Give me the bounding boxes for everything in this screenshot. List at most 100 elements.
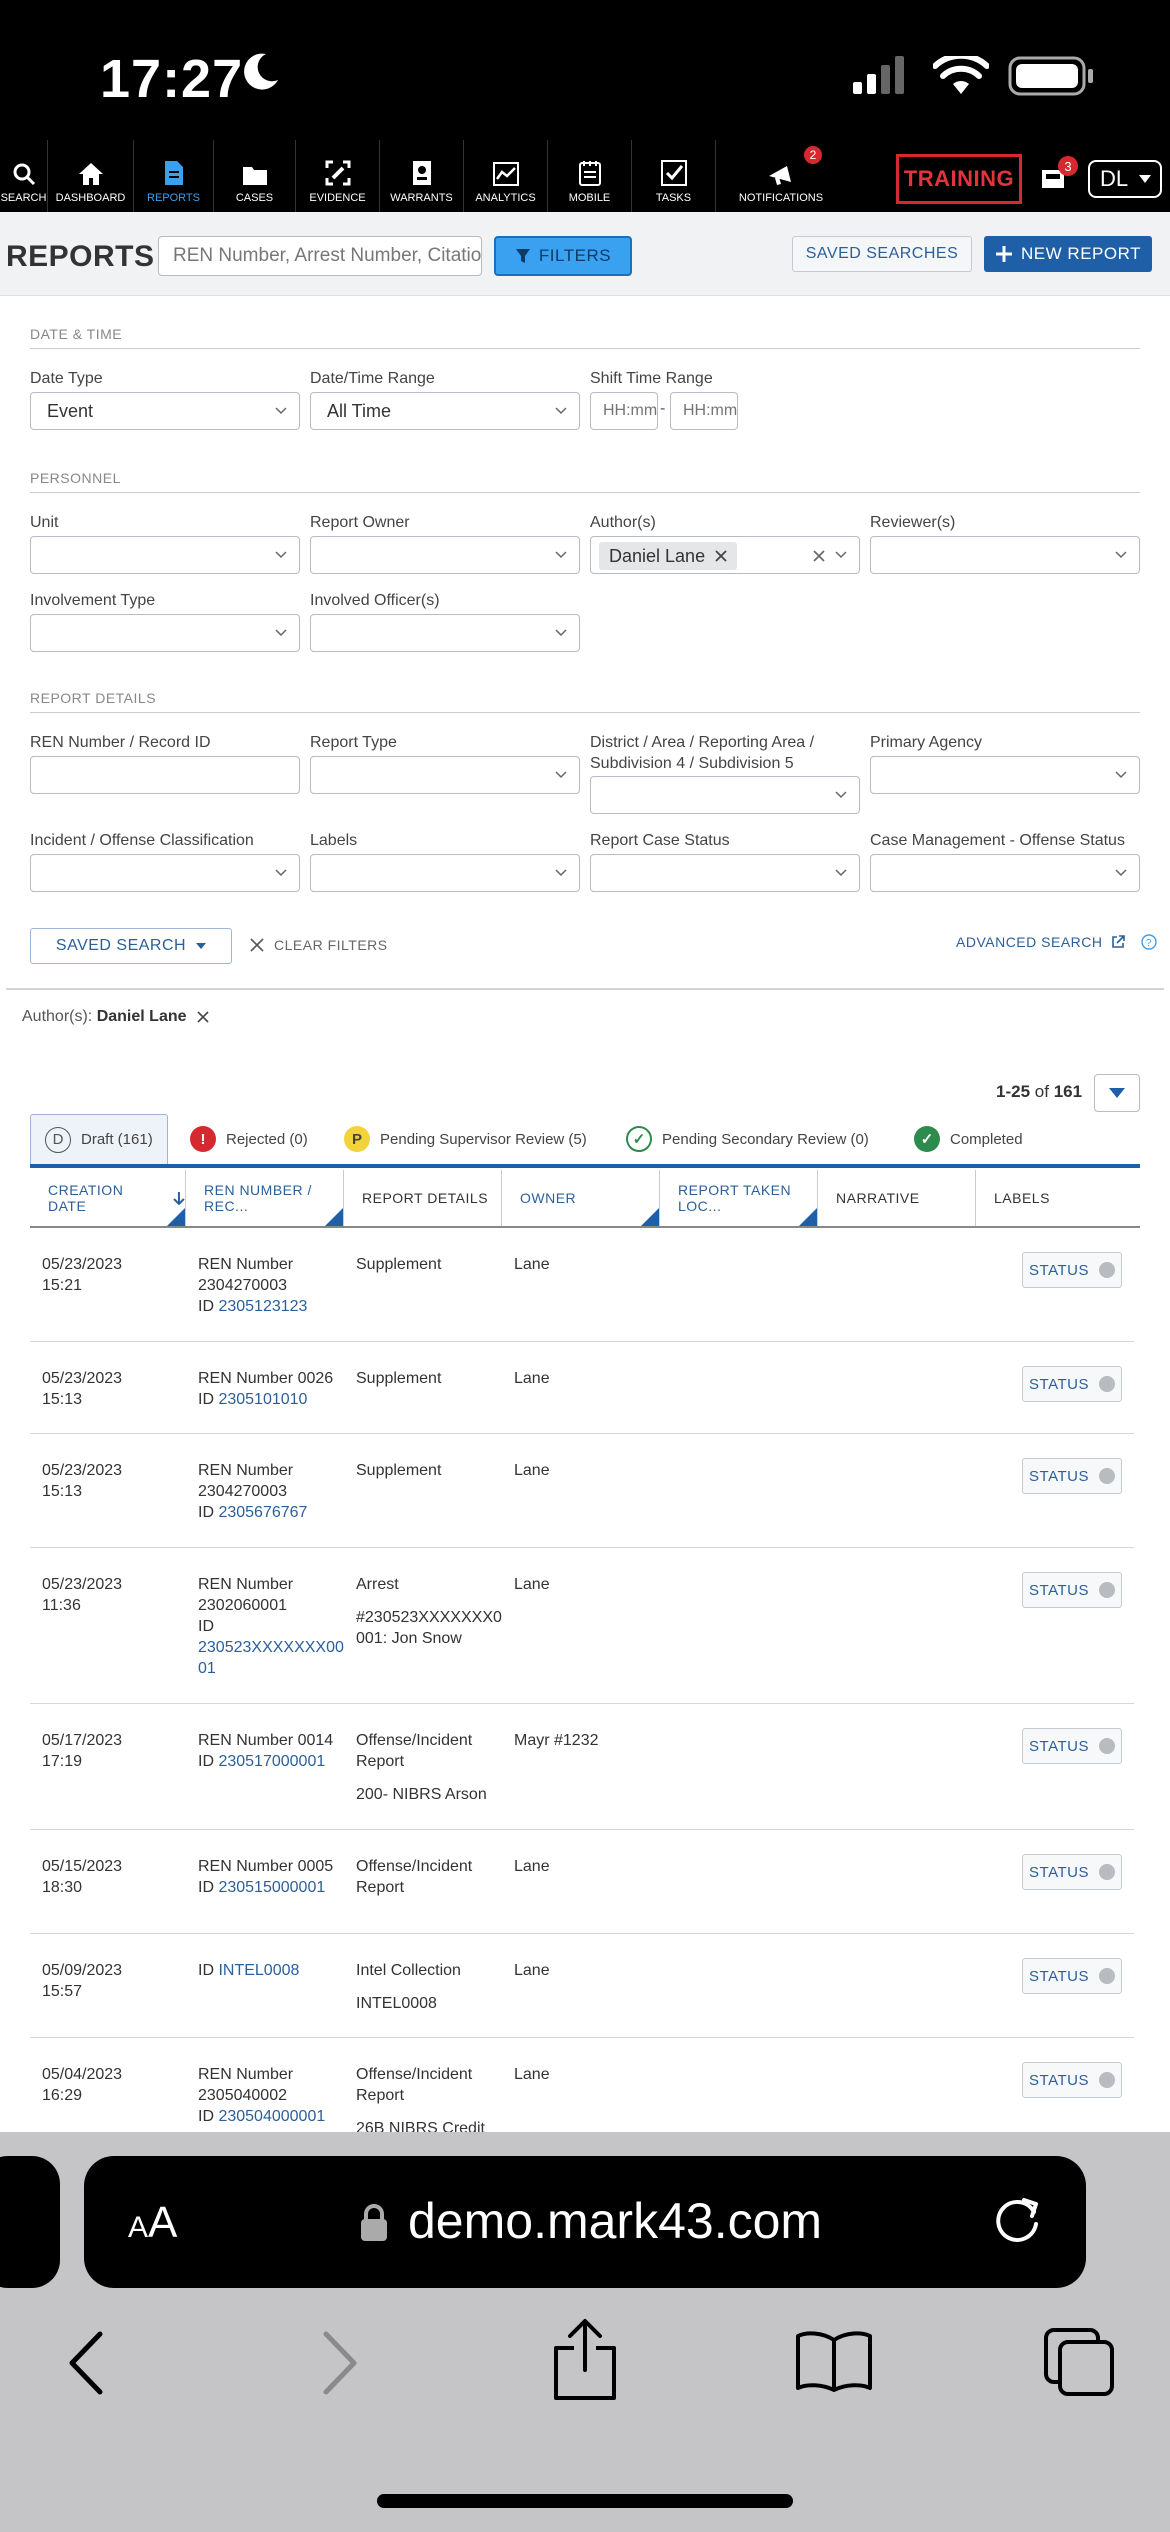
status-button[interactable]: STATUS (1022, 1366, 1122, 1402)
date-range-select[interactable]: All Time (310, 392, 580, 430)
date-type-label: Date Type (30, 370, 103, 387)
record-id-link[interactable]: 230504000001 (218, 2108, 325, 2125)
tab-pending-supervisor[interactable]: P Pending Supervisor Review (5) (344, 1114, 587, 1164)
tab-draft[interactable]: D Draft (161) (30, 1114, 168, 1164)
report-type-select[interactable] (310, 756, 580, 794)
nav-dashboard[interactable]: DASHBOARD (48, 140, 134, 212)
training-badge: TRAINING (896, 154, 1022, 204)
remove-filter-icon[interactable] (196, 1011, 209, 1023)
help-icon[interactable]: ? (1140, 934, 1157, 950)
primary-agency-select[interactable] (870, 756, 1140, 794)
bookmarks-icon[interactable] (794, 2330, 874, 2392)
involved-officers-select[interactable] (310, 614, 580, 652)
authors-label: Author(s) (590, 514, 656, 531)
shift-end-input[interactable] (670, 392, 738, 430)
nav-cases[interactable]: CASES (214, 140, 296, 212)
table-row[interactable]: 05/23/2023 15:13 REN Number 0026 ID 230510… (30, 1342, 1134, 1434)
table-row[interactable]: 05/15/2023 18:30 REN Number 0005 ID 230515… (30, 1830, 1134, 1934)
back-icon[interactable] (66, 2330, 106, 2396)
report-details-cell: Arrest #230523XXXXXXX0 001: Jon Snow (356, 1576, 502, 1647)
district-select[interactable] (590, 776, 860, 814)
authors-select[interactable]: Daniel Lane (590, 536, 860, 574)
report-owner-select[interactable] (310, 536, 580, 574)
table-row[interactable]: 05/23/2023 11:36 REN Number 2302060001 ID 23… (30, 1548, 1134, 1704)
case-mgmt-select[interactable] (870, 854, 1140, 892)
status-button[interactable]: STATUS (1022, 1458, 1122, 1494)
case-status-select[interactable] (590, 854, 860, 892)
caret-down-icon (196, 943, 207, 949)
evidence-icon (325, 160, 350, 186)
tab-rejected[interactable]: ! Rejected (0) (190, 1114, 308, 1164)
involvement-type-select[interactable] (30, 614, 300, 652)
previous-tab-preview[interactable] (0, 2156, 60, 2288)
caret-down-icon (1139, 175, 1152, 183)
new-report-button[interactable]: NEW REPORT (984, 236, 1152, 272)
involved-officers-label: Involved Officer(s) (310, 592, 440, 609)
record-id-link[interactable]: 230515000001 (218, 1879, 325, 1896)
report-details-cell: Offense/Incident Report (356, 1858, 473, 1896)
column-report-taken-location[interactable]: REPORT TAKEN LOC... (660, 1170, 818, 1226)
record-id-link[interactable]: 230523XXXXXXX00 01 (198, 1639, 344, 1677)
clear-icon[interactable] (813, 550, 825, 562)
column-ren-number[interactable]: REN NUMBER / REC... (186, 1170, 344, 1226)
status-button[interactable]: STATUS (1022, 1958, 1122, 1994)
checkbox-icon (660, 160, 687, 186)
reviewers-label: Reviewer(s) (870, 514, 956, 531)
ren-input[interactable] (30, 756, 300, 794)
tabs-icon[interactable] (1042, 2326, 1116, 2398)
advanced-search-link[interactable]: ADVANCED SEARCH ? (956, 934, 1157, 950)
record-id-link[interactable]: 2305676767 (218, 1504, 307, 1521)
user-menu-button[interactable]: DL (1088, 160, 1162, 198)
status-button[interactable]: STATUS (1022, 1854, 1122, 1890)
report-search-input[interactable] (158, 236, 482, 276)
remove-chip-icon[interactable] (715, 550, 727, 562)
date-type-select[interactable]: Event (30, 392, 300, 430)
labels-select[interactable] (310, 854, 580, 892)
column-creation-date[interactable]: CREATION DATE (30, 1170, 186, 1226)
unit-select[interactable] (30, 536, 300, 574)
record-id-link[interactable]: INTEL0008 (218, 1962, 299, 1979)
nav-search[interactable]: SEARCH (0, 140, 48, 212)
pagination-dropdown[interactable] (1094, 1074, 1140, 1112)
tab-completed[interactable]: ✓ Completed (914, 1114, 1023, 1164)
column-owner[interactable]: OWNER (502, 1170, 660, 1226)
owner-cell: Lane (514, 1462, 550, 1479)
record-id-link[interactable]: 230517000001 (218, 1753, 325, 1770)
reader-settings-button[interactable]: AA (128, 2198, 177, 2248)
status-button[interactable]: STATUS (1022, 2062, 1122, 2098)
table-row[interactable]: 05/04/2023 16:29 REN Number 2305040002 ID 2… (30, 2038, 1134, 2132)
nav-evidence[interactable]: EVIDENCE (296, 140, 380, 212)
clear-filters-button[interactable]: CLEAR FILTERS (250, 930, 388, 960)
table-row[interactable]: 05/09/2023 15:57 ID INTEL0008 Intel Colle… (30, 1934, 1134, 2038)
table-row[interactable]: 05/23/2023 15:21 REN Number 2304270003 ID 2… (30, 1228, 1134, 1342)
filters-button[interactable]: FILTERS (494, 236, 632, 276)
forward-icon[interactable] (320, 2330, 360, 2396)
applied-filter-tag: Author(s): Daniel Lane (22, 1008, 209, 1026)
nav-notifications[interactable]: 2 NOTIFICATIONS (716, 140, 886, 212)
record-id-link[interactable]: 2305101010 (218, 1391, 307, 1408)
saved-search-button[interactable]: SAVED SEARCH (30, 928, 232, 964)
table-row[interactable]: 05/23/2023 15:13 REN Number 2304270003 ID 2… (30, 1434, 1134, 1548)
share-icon[interactable] (552, 2318, 618, 2402)
nav-mobile[interactable]: MOBILE (548, 140, 632, 212)
saved-searches-button[interactable]: SAVED SEARCHES (792, 236, 972, 272)
status-button[interactable]: STATUS (1022, 1728, 1122, 1764)
ren-label: REN Number / Record ID (30, 734, 211, 751)
nav-tasks[interactable]: TASKS (632, 140, 716, 212)
reviewers-select[interactable] (870, 536, 1140, 574)
nav-warrants[interactable]: WARRANTS (380, 140, 464, 212)
record-id-link[interactable]: 2305123123 (218, 1298, 307, 1315)
url-text[interactable]: demo.mark43.com (408, 2192, 822, 2250)
nav-reports[interactable]: REPORTS (134, 140, 214, 212)
status-button[interactable]: STATUS (1022, 1252, 1122, 1288)
warrant-icon (412, 161, 431, 185)
shift-start-input[interactable] (590, 392, 658, 430)
tab-pending-secondary[interactable]: ✓ Pending Secondary Review (0) (626, 1114, 869, 1164)
table-row[interactable]: 05/17/2023 17:19 REN Number 0014 ID 230517… (30, 1704, 1134, 1830)
nav-analytics[interactable]: ANALYTICS (464, 140, 548, 212)
reload-icon[interactable] (990, 2192, 1044, 2246)
status-button[interactable]: STATUS (1022, 1572, 1122, 1608)
external-link-icon (1111, 935, 1125, 948)
incident-classification-select[interactable] (30, 854, 300, 892)
chevron-down-icon (835, 551, 847, 559)
